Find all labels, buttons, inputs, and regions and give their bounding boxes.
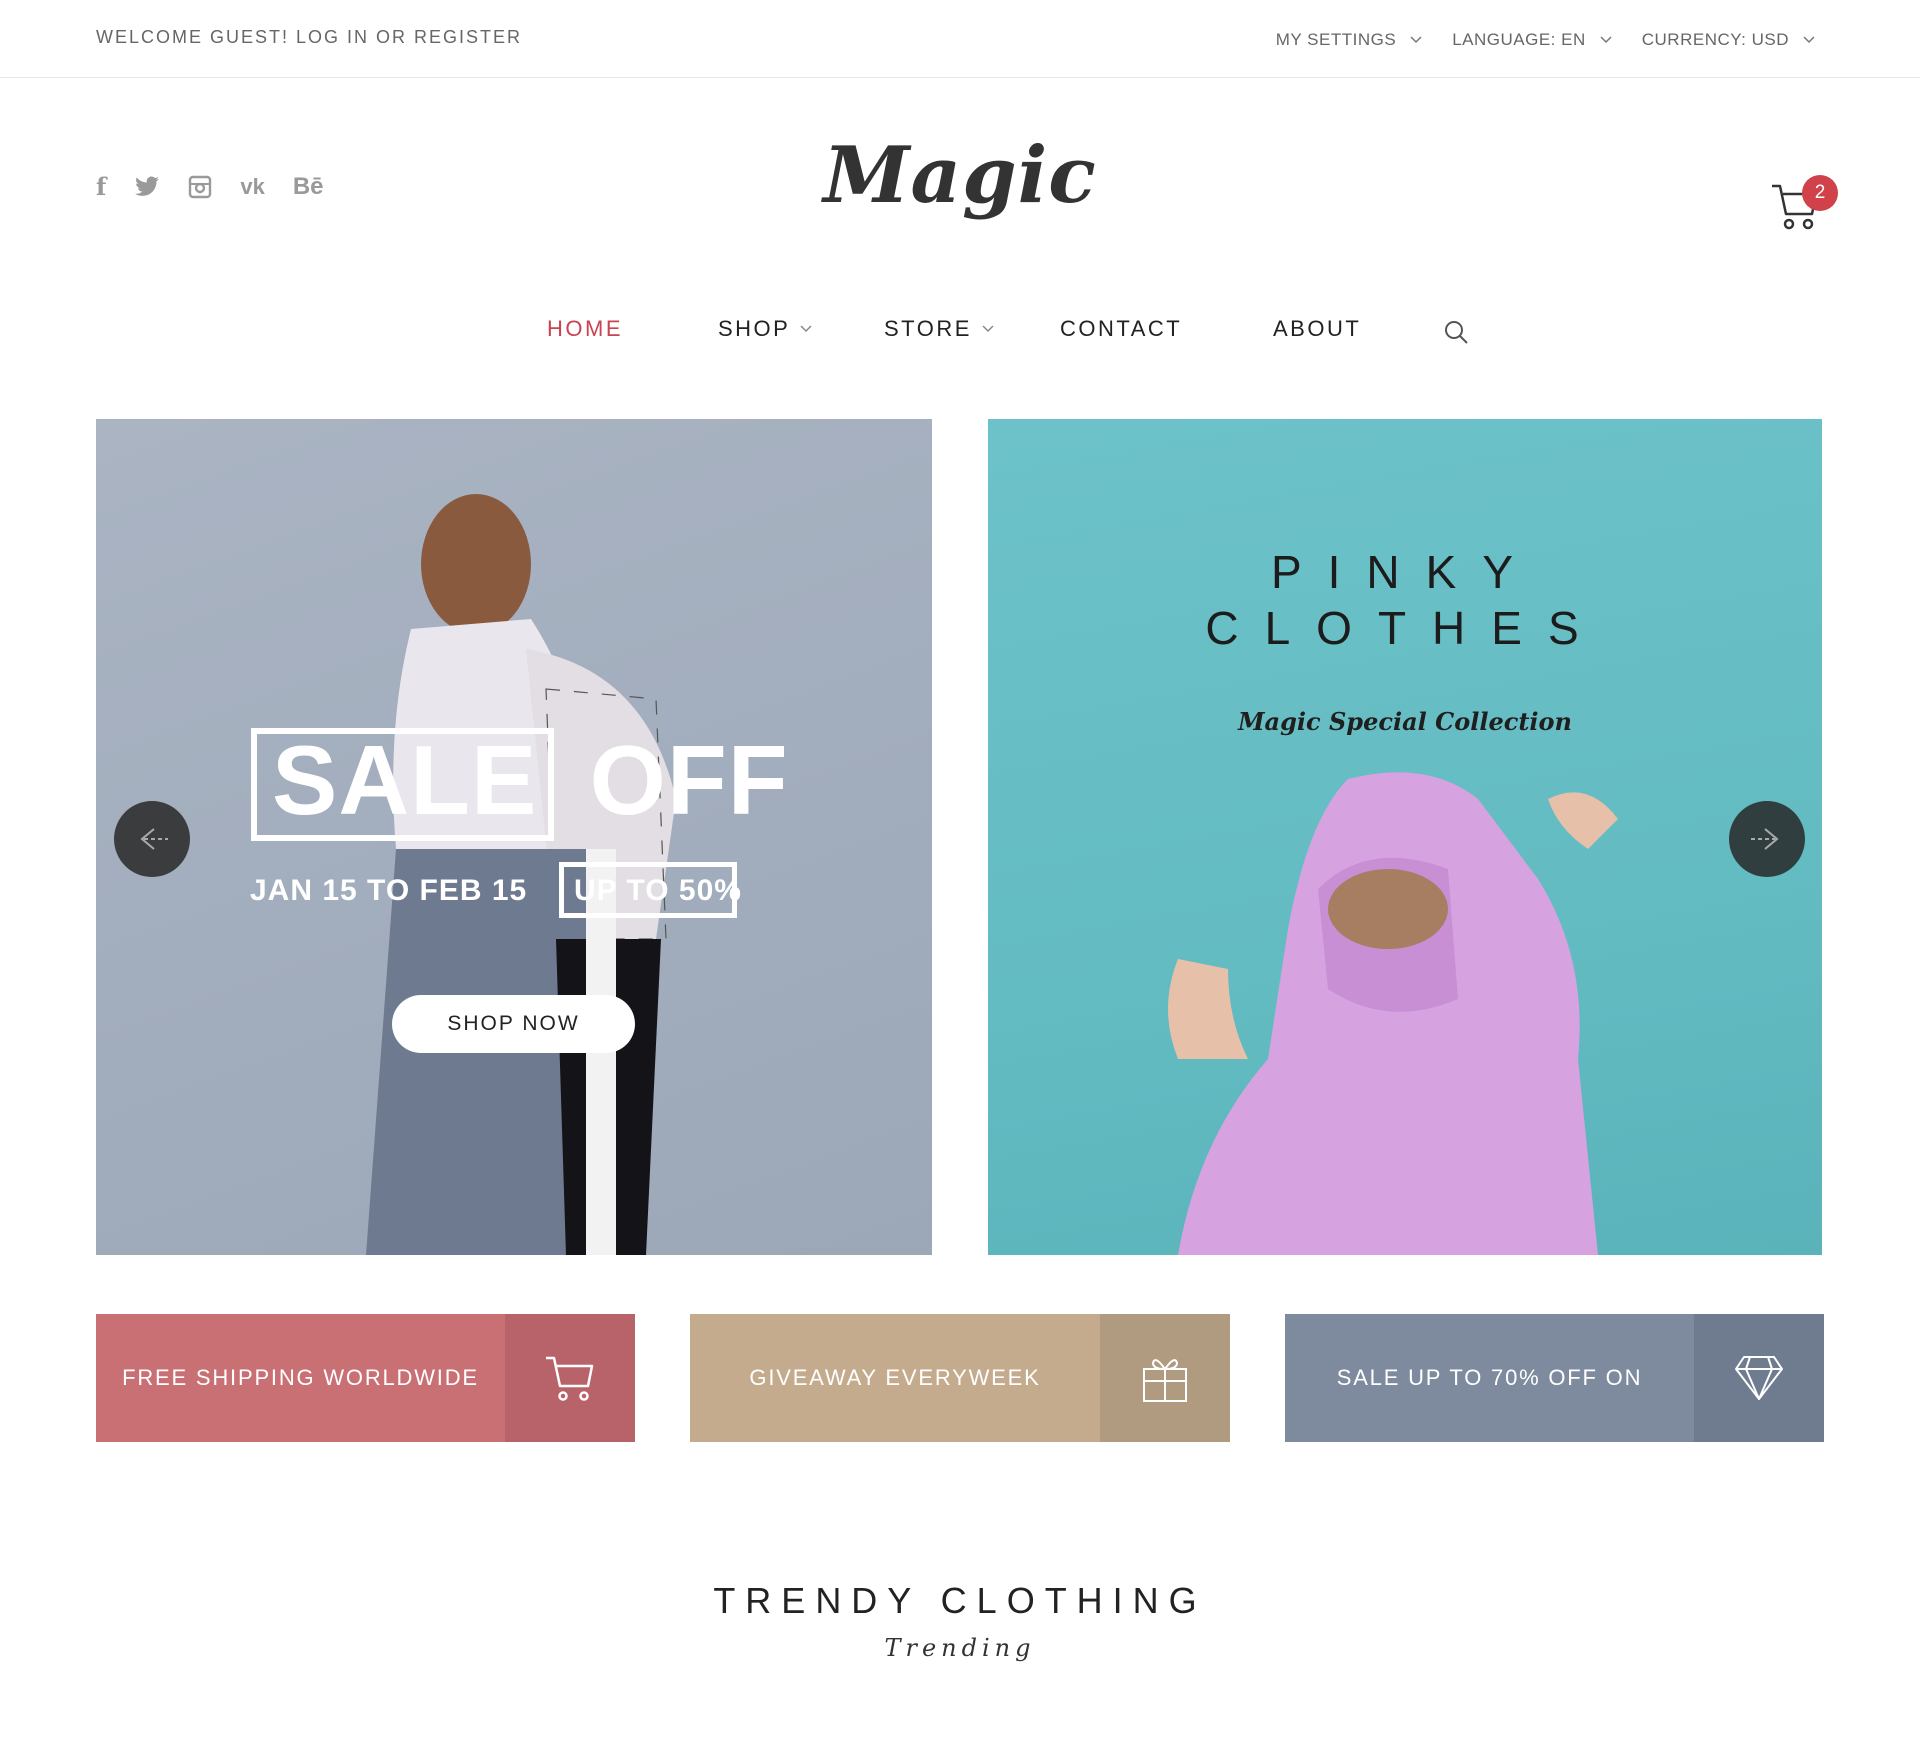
- discount-text: UP TO 50%: [574, 874, 742, 907]
- promo-icon-box: [1694, 1314, 1824, 1442]
- sale-dates: JAN 15 TO FEB 15: [250, 874, 528, 907]
- top-bar: WELCOME GUEST! LOG IN OR REGISTER MY SET…: [0, 0, 1920, 78]
- nav-contact[interactable]: CONTACT: [1060, 316, 1182, 342]
- chevron-down-icon: [982, 325, 994, 333]
- nav-home-label: HOME: [547, 316, 623, 341]
- chevron-down-icon: [800, 325, 812, 333]
- chevron-down-icon: [1803, 36, 1815, 44]
- site-logo[interactable]: Magic: [0, 130, 1920, 221]
- currency-dropdown[interactable]: CURRENCY: USD: [1642, 30, 1815, 50]
- gift-icon: [1143, 1359, 1187, 1402]
- cart-count-badge: 2: [1802, 175, 1838, 211]
- sale-word: SALE: [272, 725, 538, 835]
- settings-label: MY SETTINGS: [1275, 30, 1397, 49]
- pinky-clothes-title: PINKY CLOTHES: [988, 544, 1822, 656]
- welcome-message[interactable]: WELCOME GUEST! LOG IN OR REGISTER: [96, 27, 522, 48]
- promo-free-shipping[interactable]: FREE SHIPPING WORLDWIDE: [96, 1314, 635, 1442]
- nav-contact-label: CONTACT: [1060, 316, 1183, 341]
- pinky-line-1: PINKY: [1270, 546, 1540, 598]
- search-icon[interactable]: [1443, 319, 1469, 345]
- nav-shop[interactable]: SHOP: [718, 316, 812, 342]
- promo-label: FREE SHIPPING WORLDWIDE: [96, 1314, 505, 1442]
- next-slide-button[interactable]: [1729, 801, 1805, 877]
- nav-about[interactable]: ABOUT: [1273, 316, 1361, 342]
- language-label: LANGUAGE: EN: [1452, 30, 1586, 49]
- collection-tagline: Magic Special Collection: [1237, 707, 1572, 736]
- shop-now-button[interactable]: SHOP NOW: [392, 995, 635, 1053]
- currency-label: CURRENCY: USD: [1641, 30, 1789, 49]
- top-menu: MY SETTINGS LANGUAGE: EN CURRENCY: USD: [1276, 30, 1815, 50]
- promo-label: GIVEAWAY EVERYWEEK: [690, 1314, 1100, 1442]
- diamond-icon: [1735, 1356, 1783, 1400]
- arrow-right-icon: [1751, 828, 1779, 850]
- hero-sweater-image: [1168, 772, 1618, 1255]
- nav-home[interactable]: HOME: [547, 316, 623, 342]
- chevron-down-icon: [1410, 36, 1422, 44]
- hero-slide-sale[interactable]: SALE OFF JAN 15 TO FEB 15 UP TO 50% SHOP…: [96, 419, 932, 1255]
- promo-icon-box: [505, 1314, 635, 1442]
- sale-headline: SALE OFF: [272, 724, 789, 837]
- language-dropdown[interactable]: LANGUAGE: EN: [1452, 30, 1612, 50]
- nav-shop-label: SHOP: [718, 316, 791, 341]
- cart-icon: [546, 1356, 594, 1401]
- nav-store[interactable]: STORE: [884, 316, 994, 342]
- hero-slide-pinky[interactable]: PINKY CLOTHES Magic Special Collection: [988, 419, 1822, 1255]
- nav-store-label: STORE: [884, 316, 972, 341]
- promo-label: SALE UP TO 70% OFF ON: [1285, 1314, 1694, 1442]
- arrow-left-icon: [140, 828, 168, 850]
- prev-slide-button[interactable]: [114, 801, 190, 877]
- pinky-line-2: CLOTHES: [1205, 602, 1605, 654]
- settings-dropdown[interactable]: MY SETTINGS: [1276, 30, 1422, 50]
- promo-giveaway[interactable]: GIVEAWAY EVERYWEEK: [690, 1314, 1230, 1442]
- chevron-down-icon: [1600, 36, 1612, 44]
- promo-sale[interactable]: SALE UP TO 70% OFF ON: [1285, 1314, 1824, 1442]
- section-subtitle: Trending: [884, 1634, 1036, 1662]
- promo-icon-box: [1100, 1314, 1230, 1442]
- section-title: TRENDY CLOTHING: [713, 1580, 1207, 1621]
- nav-about-label: ABOUT: [1273, 316, 1362, 341]
- main-nav: HOME SHOP STORE CONTACT ABOUT: [0, 316, 1920, 346]
- off-word: OFF: [589, 725, 789, 835]
